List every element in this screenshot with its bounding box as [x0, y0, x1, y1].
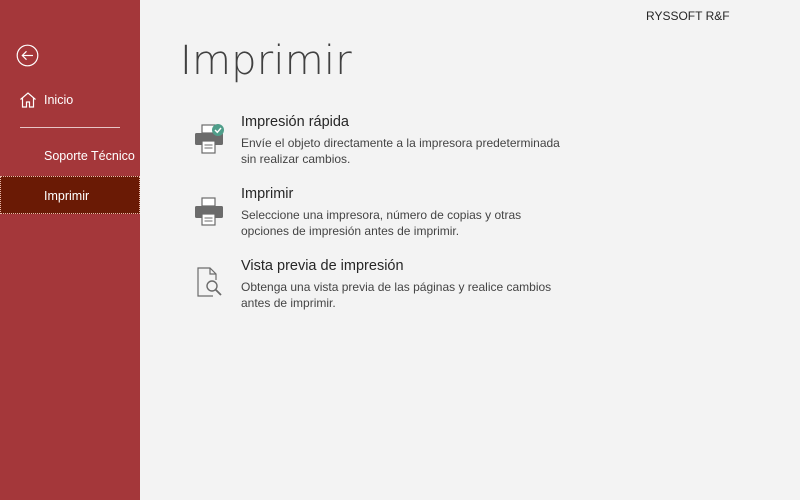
quick-print-icon: [195, 124, 224, 154]
quick-print-option[interactable]: Impresión rápida Envíe el objeto directa…: [186, 114, 566, 176]
sidebar: Inicio Soporte Técnico Imprimir: [0, 0, 140, 500]
back-button[interactable]: [16, 44, 39, 67]
sidebar-item-imprimir[interactable]: Imprimir: [0, 176, 140, 214]
option-title: Imprimir: [241, 186, 294, 202]
print-preview-option[interactable]: Vista previa de impresión Obtenga una vi…: [186, 258, 566, 320]
option-description: Obtenga una vista previa de las páginas …: [241, 280, 552, 310]
option-description: Seleccione una impresora, número de copi…: [241, 208, 522, 238]
sidebar-item-label: Soporte Técnico: [44, 149, 135, 163]
home-icon: [20, 92, 36, 108]
print-preview-icon: [197, 267, 222, 297]
arrow-left-circle-icon: [16, 44, 39, 67]
sidebar-divider: [20, 127, 120, 128]
sidebar-item-label: Imprimir: [44, 189, 90, 203]
printer-icon: [195, 197, 223, 226]
sidebar-item-inicio[interactable]: Inicio: [0, 86, 140, 114]
option-title: Vista previa de impresión: [241, 258, 404, 274]
option-description: Envíe el objeto directamente a la impres…: [241, 136, 560, 166]
sidebar-item-soporte-tecnico[interactable]: Soporte Técnico: [0, 137, 140, 175]
print-option[interactable]: Imprimir Seleccione una impresora, númer…: [186, 186, 566, 248]
account-name: RYSSOFT R&F: [646, 9, 730, 23]
option-title: Impresión rápida: [241, 114, 349, 130]
sidebar-item-label: Inicio: [44, 93, 74, 107]
page-title: Imprimir: [180, 38, 352, 84]
